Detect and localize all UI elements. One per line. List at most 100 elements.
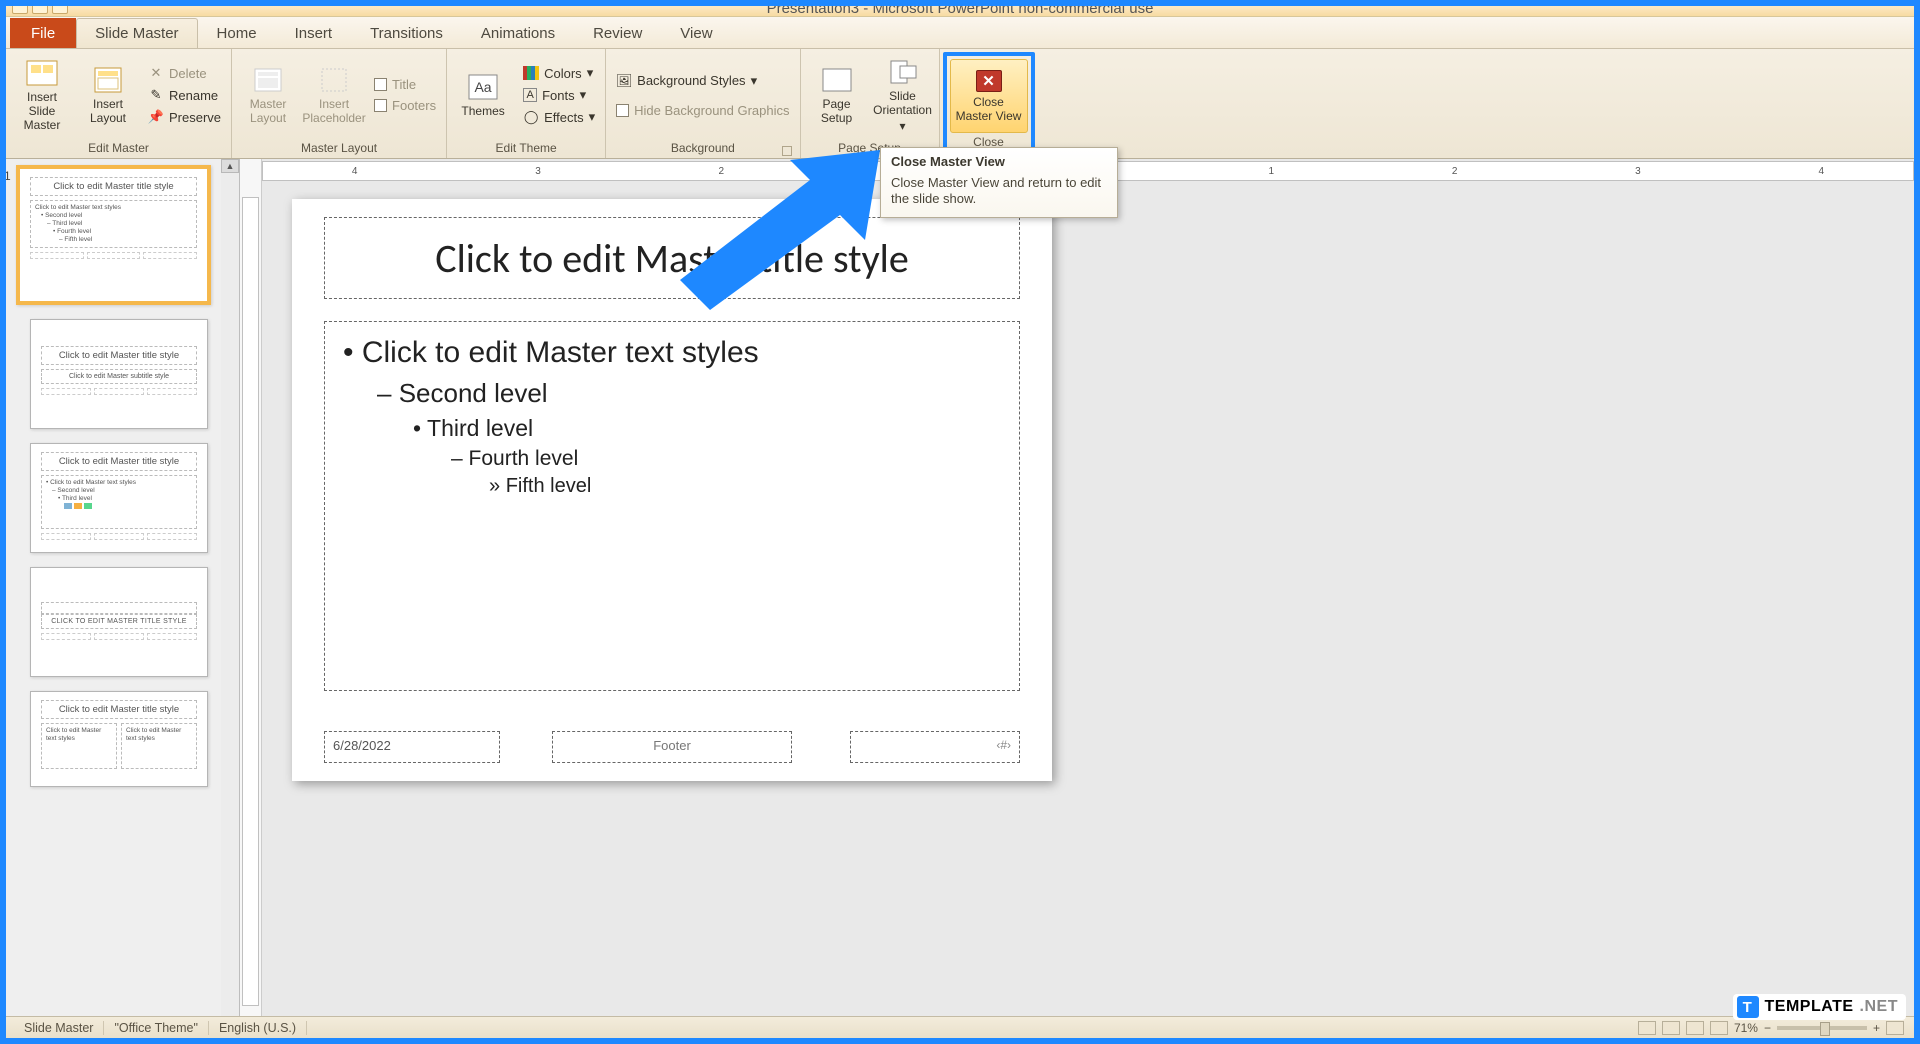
zoom-in-button[interactable]: + xyxy=(1873,1021,1880,1035)
annotation-highlight: ✕ Close Master View Close xyxy=(943,52,1035,156)
ribbon-tabs: File Slide Master Home Insert Transition… xyxy=(6,17,1914,49)
title-placeholder[interactable]: Click to edit Master title style xyxy=(324,217,1020,299)
tab-file[interactable]: File xyxy=(10,18,76,48)
group-label-background: Background xyxy=(612,139,793,158)
workspace: 1 Click to edit Master title style Click… xyxy=(6,159,1914,1016)
quick-access-toolbar xyxy=(12,6,68,14)
checkbox-icon xyxy=(374,99,387,112)
watermark: T TEMPLATE.NET xyxy=(1733,994,1906,1020)
group-edit-master: Insert Slide Master Insert Layout ✕Delet… xyxy=(6,49,232,158)
tab-slide-master[interactable]: Slide Master xyxy=(76,18,197,48)
tooltip-body: Close Master View and return to edit the… xyxy=(891,175,1107,207)
title-checkbox: Title xyxy=(370,75,440,94)
preserve-button[interactable]: 📌Preserve xyxy=(144,107,225,127)
qat-undo-icon[interactable] xyxy=(32,6,48,14)
page-setup-button[interactable]: Page Setup xyxy=(807,55,867,135)
master-slide[interactable]: Click to edit Master title style Click t… xyxy=(292,199,1052,781)
slide-number-placeholder[interactable]: ‹#› xyxy=(850,731,1020,763)
layout-icon xyxy=(91,65,125,95)
background-styles-dropdown[interactable]: 🖼Background Styles ▾ xyxy=(612,71,793,91)
tooltip-title: Close Master View xyxy=(891,154,1107,169)
delete-button: ✕Delete xyxy=(144,63,225,83)
group-page-setup: Page Setup Slide Orientation ▾ Page Setu… xyxy=(801,49,940,158)
zoom-level[interactable]: 71% xyxy=(1734,1021,1758,1035)
thumb-number: 1 xyxy=(6,169,11,183)
body-placeholder[interactable]: Click to edit Master text styles Second … xyxy=(324,321,1020,691)
orientation-icon xyxy=(886,57,920,87)
tab-transitions[interactable]: Transitions xyxy=(351,18,462,48)
status-bar: Slide Master "Office Theme" English (U.S… xyxy=(6,1016,1914,1038)
placeholder-icon xyxy=(317,65,351,95)
thumbnail-pane[interactable]: 1 Click to edit Master title style Click… xyxy=(6,159,240,1016)
reading-view-button[interactable] xyxy=(1686,1021,1704,1035)
slide-orientation-button[interactable]: Slide Orientation ▾ xyxy=(873,55,933,135)
group-master-layout: Master Layout Insert Placeholder Title F… xyxy=(232,49,447,158)
page-setup-icon xyxy=(820,65,854,95)
watermark-logo-icon: T xyxy=(1737,996,1759,1018)
master-layout-button: Master Layout xyxy=(238,55,298,135)
date-placeholder[interactable]: 6/28/2022 xyxy=(324,731,500,763)
rename-button[interactable]: ✎Rename xyxy=(144,85,225,105)
vertical-ruler xyxy=(240,159,262,1016)
tab-review[interactable]: Review xyxy=(574,18,661,48)
close-icon: ✕ xyxy=(976,70,1002,92)
colors-dropdown[interactable]: Colors ▾ xyxy=(519,63,599,83)
group-close: ✕ Close Master View Close xyxy=(940,49,1038,158)
title-bar: Presentation3 - Microsoft PowerPoint non… xyxy=(6,6,1914,17)
group-label-edit-theme: Edit Theme xyxy=(453,139,599,158)
zoom-out-button[interactable]: − xyxy=(1764,1021,1771,1035)
zoom-slider[interactable] xyxy=(1777,1026,1867,1030)
tab-home[interactable]: Home xyxy=(198,18,276,48)
group-edit-theme: Aa Themes Colors ▾ AFonts ▾ ◯Effects ▾ E… xyxy=(447,49,606,158)
rename-icon: ✎ xyxy=(148,87,164,103)
layout-thumbnail-2[interactable]: Click to edit Master title style • Click… xyxy=(30,443,208,553)
close-master-view-button[interactable]: ✕ Close Master View xyxy=(950,59,1028,133)
fonts-icon: A xyxy=(523,88,537,102)
status-language[interactable]: English (U.S.) xyxy=(209,1021,307,1035)
hide-background-checkbox: Hide Background Graphics xyxy=(612,101,793,120)
footers-checkbox: Footers xyxy=(370,96,440,115)
effects-dropdown[interactable]: ◯Effects ▾ xyxy=(519,107,599,127)
slide-master-icon xyxy=(25,58,59,88)
layout-thumbnail-1[interactable]: Click to edit Master title style Click t… xyxy=(30,319,208,429)
group-background: 🖼Background Styles ▾ Hide Background Gra… xyxy=(606,49,800,158)
themes-button[interactable]: Aa Themes xyxy=(453,55,513,135)
group-label-edit-master: Edit Master xyxy=(12,139,225,158)
qat-redo-icon[interactable] xyxy=(52,6,68,14)
thumbnail-scrollbar[interactable]: ▲ xyxy=(221,159,239,1016)
footer-placeholder[interactable]: Footer xyxy=(552,731,792,763)
ribbon: Insert Slide Master Insert Layout ✕Delet… xyxy=(6,49,1914,159)
insert-slide-master-button[interactable]: Insert Slide Master xyxy=(12,55,72,135)
fit-to-window-button[interactable] xyxy=(1886,1021,1904,1035)
master-layout-icon xyxy=(251,65,285,95)
tab-insert[interactable]: Insert xyxy=(276,18,352,48)
layout-thumbnail-4[interactable]: Click to edit Master title style Click t… xyxy=(30,691,208,787)
colors-icon xyxy=(523,65,539,81)
tab-animations[interactable]: Animations xyxy=(462,18,574,48)
preserve-icon: 📌 xyxy=(148,109,164,125)
delete-icon: ✕ xyxy=(148,65,164,81)
layout-thumbnail-3[interactable]: CLICK TO EDIT MASTER TITLE STYLE xyxy=(30,567,208,677)
normal-view-button[interactable] xyxy=(1638,1021,1656,1035)
status-slide-master: Slide Master xyxy=(14,1021,104,1035)
tooltip-close-master-view: Close Master View Close Master View and … xyxy=(880,147,1118,218)
slideshow-view-button[interactable] xyxy=(1710,1021,1728,1035)
insert-placeholder-button: Insert Placeholder xyxy=(304,55,364,135)
checkbox-icon xyxy=(616,104,629,117)
svg-text:Aa: Aa xyxy=(475,79,492,95)
slide-editor[interactable]: 4 3 2 1 0 1 2 3 4 Click to edit Master t… xyxy=(262,159,1914,1016)
checkbox-icon xyxy=(374,78,387,91)
qat-save-icon[interactable] xyxy=(12,6,28,14)
window-title: Presentation3 - Microsoft PowerPoint non… xyxy=(767,6,1154,17)
scroll-up-icon[interactable]: ▲ xyxy=(221,159,239,173)
themes-icon: Aa xyxy=(466,72,500,102)
status-theme: "Office Theme" xyxy=(104,1021,208,1035)
background-styles-icon: 🖼 xyxy=(616,73,632,89)
sorter-view-button[interactable] xyxy=(1662,1021,1680,1035)
dialog-launcher-icon[interactable] xyxy=(782,146,792,156)
fonts-dropdown[interactable]: AFonts ▾ xyxy=(519,85,599,105)
effects-icon: ◯ xyxy=(523,109,539,125)
tab-view[interactable]: View xyxy=(661,18,731,48)
insert-layout-button[interactable]: Insert Layout xyxy=(78,55,138,135)
master-thumbnail[interactable]: 1 Click to edit Master title style Click… xyxy=(16,165,211,305)
